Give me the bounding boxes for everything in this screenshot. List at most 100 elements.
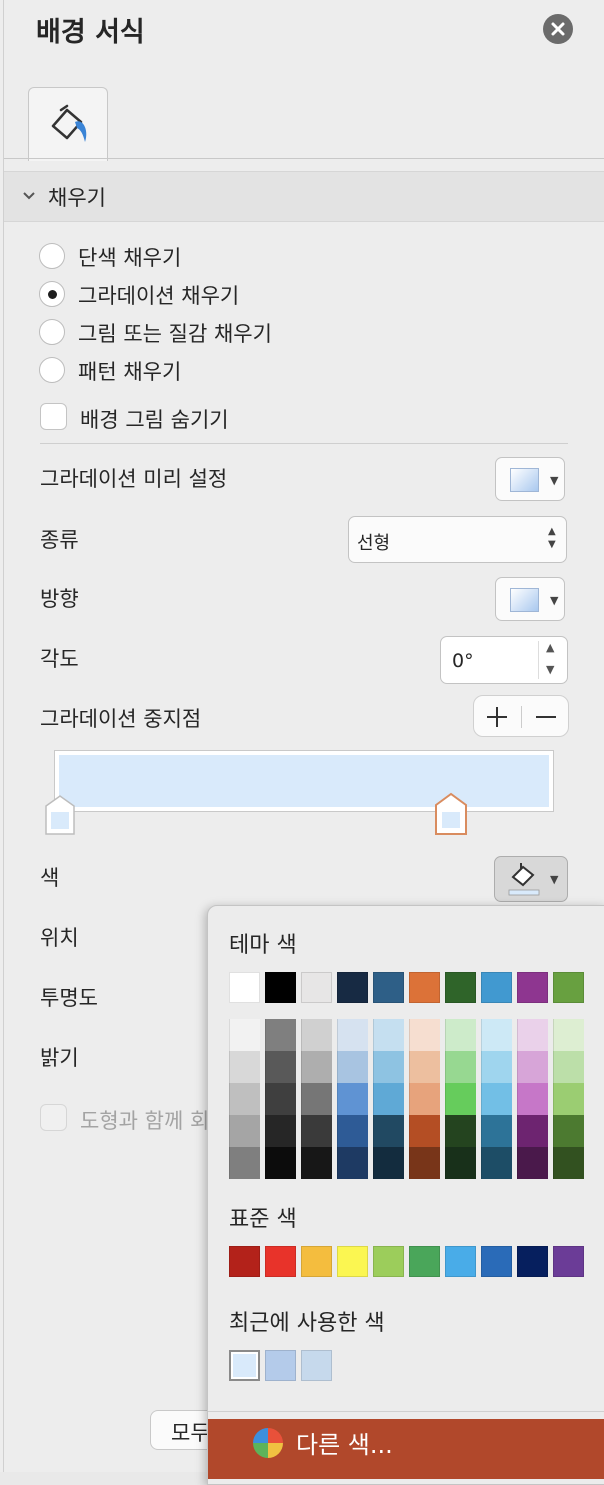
- theme-shade-swatch[interactable]: [445, 1147, 476, 1179]
- theme-shade-swatch[interactable]: [553, 1019, 584, 1051]
- theme-shade-swatch[interactable]: [229, 1147, 260, 1179]
- theme-color-swatch[interactable]: [445, 972, 476, 1003]
- color-label: 색: [40, 866, 60, 890]
- recent-color-swatch[interactable]: [301, 1350, 332, 1381]
- radio-solid-fill[interactable]: [39, 243, 65, 269]
- theme-shade-swatch[interactable]: [517, 1019, 548, 1051]
- plus-icon[interactable]: [485, 705, 509, 729]
- radio-label-pattern: 패턴 채우기: [78, 360, 182, 384]
- tab-fill[interactable]: [28, 87, 108, 161]
- theme-color-swatch[interactable]: [229, 972, 260, 1003]
- theme-shade-swatch[interactable]: [481, 1115, 512, 1147]
- standard-color-swatch[interactable]: [337, 1246, 368, 1277]
- angle-input[interactable]: 0° ▲ ▼: [440, 636, 568, 684]
- theme-color-swatch[interactable]: [265, 972, 296, 1003]
- theme-color-swatch[interactable]: [517, 972, 548, 1003]
- theme-shade-swatch[interactable]: [301, 1083, 332, 1115]
- decrement-icon[interactable]: ▼: [546, 663, 554, 676]
- theme-color-swatch[interactable]: [409, 972, 440, 1003]
- theme-shade-swatch[interactable]: [445, 1083, 476, 1115]
- theme-shade-swatch[interactable]: [517, 1147, 548, 1179]
- theme-shade-swatch[interactable]: [301, 1147, 332, 1179]
- increment-icon[interactable]: ▲: [546, 641, 554, 654]
- rotate-with-shape-checkbox[interactable]: [40, 1104, 67, 1131]
- theme-shade-swatch[interactable]: [301, 1051, 332, 1083]
- theme-shade-swatch[interactable]: [409, 1051, 440, 1083]
- theme-shade-swatch[interactable]: [553, 1083, 584, 1115]
- theme-shade-swatch[interactable]: [373, 1019, 404, 1051]
- theme-shade-swatch[interactable]: [337, 1147, 368, 1179]
- theme-shade-swatch[interactable]: [265, 1019, 296, 1051]
- standard-color-swatch[interactable]: [301, 1246, 332, 1277]
- color-picker-button[interactable]: ▼: [494, 856, 568, 902]
- gradient-stop-handle-selected[interactable]: [434, 792, 468, 836]
- theme-shade-swatch[interactable]: [373, 1083, 404, 1115]
- theme-shade-swatch[interactable]: [481, 1051, 512, 1083]
- stop-add-remove-control: [473, 695, 569, 737]
- theme-color-swatch[interactable]: [373, 972, 404, 1003]
- hide-background-checkbox[interactable]: [40, 403, 67, 430]
- theme-color-swatch[interactable]: [553, 972, 584, 1003]
- radio-pattern-fill[interactable]: [39, 357, 65, 383]
- theme-shade-swatch[interactable]: [409, 1115, 440, 1147]
- type-select[interactable]: 선형 ▲ ▼: [348, 516, 567, 563]
- minus-icon[interactable]: [534, 705, 558, 729]
- theme-shade-swatch[interactable]: [229, 1083, 260, 1115]
- theme-shade-swatch[interactable]: [517, 1051, 548, 1083]
- transparency-label: 투명도: [40, 986, 98, 1010]
- standard-color-swatch[interactable]: [409, 1246, 440, 1277]
- recent-color-swatch[interactable]: [265, 1350, 296, 1381]
- theme-shade-swatch[interactable]: [229, 1019, 260, 1051]
- theme-color-swatch[interactable]: [301, 972, 332, 1003]
- standard-color-swatch[interactable]: [265, 1246, 296, 1277]
- preset-dropdown[interactable]: ▼: [495, 457, 565, 501]
- radio-gradient-fill[interactable]: [39, 281, 65, 307]
- theme-shade-swatch[interactable]: [265, 1083, 296, 1115]
- more-colors-button[interactable]: 다른 색...: [208, 1419, 604, 1479]
- theme-shade-swatch[interactable]: [517, 1115, 548, 1147]
- theme-shade-swatch[interactable]: [301, 1019, 332, 1051]
- standard-color-swatch[interactable]: [481, 1246, 512, 1277]
- section-header-fill[interactable]: 채우기: [4, 171, 604, 222]
- theme-shade-swatch[interactable]: [373, 1051, 404, 1083]
- standard-color-swatch[interactable]: [517, 1246, 548, 1277]
- gradient-stop-handle[interactable]: [44, 794, 76, 836]
- theme-shade-swatch[interactable]: [409, 1147, 440, 1179]
- close-icon[interactable]: [543, 14, 573, 44]
- theme-shade-swatch[interactable]: [337, 1051, 368, 1083]
- theme-shade-swatch[interactable]: [517, 1083, 548, 1115]
- theme-shade-swatch[interactable]: [409, 1019, 440, 1051]
- theme-shade-swatch[interactable]: [481, 1083, 512, 1115]
- theme-color-swatch[interactable]: [337, 972, 368, 1003]
- direction-dropdown[interactable]: ▼: [495, 577, 565, 621]
- format-background-panel: 배경 서식 채우기 단색 채우기 그라데이션 채우기 그림 또는 질감 채우기 …: [0, 0, 604, 1485]
- radio-picture-fill[interactable]: [39, 319, 65, 345]
- theme-shade-swatch[interactable]: [553, 1147, 584, 1179]
- theme-shade-swatch[interactable]: [445, 1115, 476, 1147]
- theme-shade-swatch[interactable]: [553, 1051, 584, 1083]
- theme-shade-swatch[interactable]: [481, 1019, 512, 1051]
- theme-shade-swatch[interactable]: [445, 1051, 476, 1083]
- theme-shade-swatch[interactable]: [265, 1115, 296, 1147]
- theme-shade-swatch[interactable]: [229, 1115, 260, 1147]
- popup-divider: [208, 1411, 604, 1412]
- standard-color-swatch[interactable]: [445, 1246, 476, 1277]
- theme-shade-swatch[interactable]: [337, 1115, 368, 1147]
- standard-color-swatch[interactable]: [373, 1246, 404, 1277]
- theme-shade-swatch[interactable]: [481, 1147, 512, 1179]
- theme-shade-swatch[interactable]: [301, 1115, 332, 1147]
- theme-color-swatch[interactable]: [481, 972, 512, 1003]
- recent-color-swatch[interactable]: [229, 1350, 260, 1381]
- theme-shade-swatch[interactable]: [265, 1051, 296, 1083]
- theme-shade-swatch[interactable]: [337, 1083, 368, 1115]
- standard-color-swatch[interactable]: [553, 1246, 584, 1277]
- theme-shade-swatch[interactable]: [265, 1147, 296, 1179]
- standard-color-swatch[interactable]: [229, 1246, 260, 1277]
- theme-shade-swatch[interactable]: [553, 1115, 584, 1147]
- theme-shade-swatch[interactable]: [445, 1019, 476, 1051]
- theme-shade-swatch[interactable]: [373, 1147, 404, 1179]
- theme-shade-swatch[interactable]: [409, 1083, 440, 1115]
- theme-shade-swatch[interactable]: [373, 1115, 404, 1147]
- theme-shade-swatch[interactable]: [337, 1019, 368, 1051]
- theme-shade-swatch[interactable]: [229, 1051, 260, 1083]
